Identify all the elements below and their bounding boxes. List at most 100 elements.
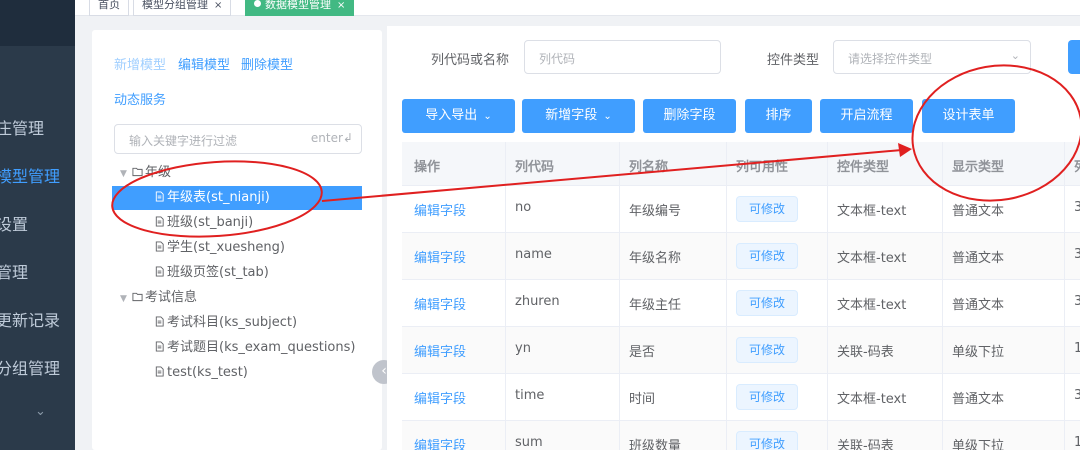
header-column-name: 列名称 [629,160,669,175]
folder-open-icon [132,167,143,177]
start-flow-button[interactable]: 开启流程 [820,99,913,133]
tree-node-st-xuesheng[interactable]: 学生(st_xuesheng) [154,236,285,260]
tab-label: 首页 [98,0,120,11]
edit-field-link[interactable]: 编辑字段 [414,200,466,219]
tree-group-grade[interactable]: ▼ 年级 [120,161,171,185]
tree-node-ks-subject[interactable]: 考试科目(ks_subject) [154,311,297,335]
edit-field-link[interactable]: 编辑字段 [414,341,466,360]
table-row: 编辑字段 name 年级名称 可修改 文本框-text 普通文本 3 [402,233,1080,280]
sidebar-item-group-management[interactable]: 分组管理 [0,355,60,379]
left-nav-sidebar: 庄管理 模型管理 设置 管理 更新记录 分组管理 ⌄ [0,0,75,450]
tree-node-label: 年级表(st_nianji) [167,190,270,205]
cell-control: 关联-码表 [837,439,894,450]
design-form-button[interactable]: 设计表单 [922,99,1015,133]
cell-code: no [515,200,532,215]
document-icon [155,366,164,377]
cell-name: 班级数量 [629,439,682,450]
close-icon[interactable]: × [214,0,222,11]
cell-control: 文本框-text [837,204,907,219]
cell-extra: 3 [1074,200,1080,215]
sidebar-item-settings[interactable]: 设置 [0,211,28,235]
document-icon [155,216,164,227]
document-icon [155,266,164,277]
add-field-button[interactable]: 新增字段 ⌄ [522,99,635,133]
delete-field-button[interactable]: 删除字段 [643,99,736,133]
cell-extra: 1 [1074,341,1080,356]
chevron-down-icon: ⌄ [483,111,492,122]
cell-name: 年级名称 [629,251,682,266]
input-placeholder: 列代码 [539,52,576,66]
tree-filter-input[interactable]: 输入关键字进行过滤 enter↲ [114,124,362,154]
select-placeholder: 请选择控件类型 [848,52,933,66]
tree-node-st-tab[interactable]: 班级页签(st_tab) [154,261,269,285]
editable-tag: 可修改 [736,337,799,363]
tab-home[interactable]: 首页 [89,0,129,16]
cell-name: 是否 [629,345,656,360]
cell-display: 单级下拉 [952,439,1005,450]
chevron-down-icon[interactable]: ⌄ [35,404,46,419]
active-dot-icon [254,0,261,7]
table-row: 编辑字段 yn 是否 可修改 关联-码表 单级下拉 1 [402,327,1080,374]
editable-tag: 可修改 [736,196,799,222]
sidebar-item-manage[interactable]: 管理 [0,259,28,283]
control-type-select[interactable]: 请选择控件类型 ⌄ [833,40,1031,74]
table-row: 编辑字段 sum 班级数量 可修改 关联-码表 单级下拉 1 [402,421,1080,450]
editable-tag: 可修改 [736,290,799,316]
tree-node-label: 班级页签(st_tab) [167,265,269,280]
tree-group-exam[interactable]: ▼ 考试信息 [120,286,197,310]
model-tree-panel: 新增模型 编辑模型 删除模型 动态服务 输入关键字进行过滤 enter↲ ▼ 年级… [92,30,382,450]
tabs-bar: 首页 模型分组管理 × 数据模型管理 × [75,0,1080,16]
tree-node-label: 班级(st_banji) [167,215,254,230]
caret-down-icon[interactable]: ▼ [120,287,132,311]
cell-extra: 3 [1074,247,1080,262]
tree-node-ks-test[interactable]: test(ks_test) [154,361,248,385]
edit-field-link[interactable]: 编辑字段 [414,294,466,313]
control-type-label: 控件类型 [767,53,820,68]
dynamic-service-link[interactable]: 动态服务 [114,89,166,108]
edit-field-link[interactable]: 编辑字段 [414,388,466,407]
editable-tag: 可修改 [736,431,799,450]
cell-code: name [515,247,552,262]
edit-field-link[interactable]: 编辑字段 [414,247,466,266]
add-model-link[interactable]: 新增模型 [114,54,166,73]
sidebar-item-update-log[interactable]: 更新记录 [0,307,60,331]
cell-code: time [515,388,545,403]
cell-control: 文本框-text [837,251,907,266]
tab-model-group[interactable]: 模型分组管理 × [133,0,232,16]
document-icon [155,341,164,352]
column-divider [827,142,828,450]
tree-group-label: 考试信息 [145,290,198,305]
column-divider [505,142,506,450]
tree-node-st-nianji[interactable]: 年级表(st_nianji) [112,186,362,210]
sidebar-item-model-management[interactable]: 模型管理 [0,163,60,187]
tree-node-st-banji[interactable]: 班级(st_banji) [154,211,253,235]
close-icon[interactable]: × [337,0,345,11]
tree-node-label: 考试题目(ks_exam_questions) [167,340,356,355]
edit-field-link[interactable]: 编辑字段 [414,435,466,450]
table-row: 编辑字段 no 年级编号 可修改 文本框-text 普通文本 3 [402,186,1080,233]
column-code-input[interactable]: 列代码 [524,40,721,74]
search-button[interactable] [1068,40,1080,74]
cell-control: 关联-码表 [837,345,894,360]
cell-display: 普通文本 [952,204,1005,219]
cell-extra: 3 [1074,388,1080,403]
header-column-code: 列代码 [515,160,555,175]
tree-node-ks-exam-questions[interactable]: 考试题目(ks_exam_questions) [154,336,355,360]
editable-tag: 可修改 [736,384,799,410]
cell-extra: 1 [1074,435,1080,450]
delete-model-link[interactable]: 删除模型 [241,54,293,73]
cell-display: 普通文本 [952,298,1005,313]
sidebar-item-0[interactable]: 庄管理 [0,115,44,139]
edit-model-link[interactable]: 编辑模型 [178,54,230,73]
cell-control: 文本框-text [837,392,907,407]
cell-code: zhuren [515,294,560,309]
import-export-button[interactable]: 导入导出 ⌄ [402,99,515,133]
filter-placeholder: 输入关键字进行过滤 [129,134,238,148]
caret-down-icon[interactable]: ▼ [120,162,132,186]
tab-data-model[interactable]: 数据模型管理 × [245,0,355,16]
document-icon [155,316,164,327]
cell-code: sum [515,435,543,450]
button-label: 导入导出 [425,108,478,123]
sort-button[interactable]: 排序 [745,99,812,133]
cell-name: 年级主任 [629,298,682,313]
